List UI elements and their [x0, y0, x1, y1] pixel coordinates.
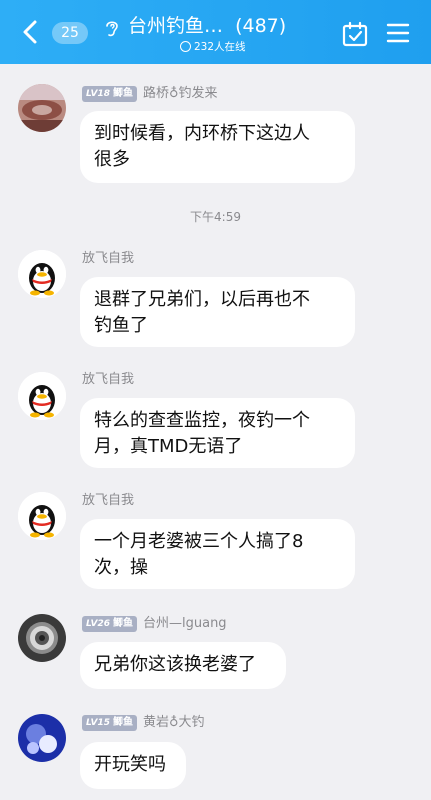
chat-header: 25 台州钓鱼… (487) 232人在线 — [0, 0, 431, 64]
ear-icon — [106, 21, 118, 37]
avatar-image — [18, 714, 66, 762]
avatar[interactable] — [18, 250, 66, 298]
calendar-check-icon[interactable] — [341, 20, 369, 48]
chevron-left-icon[interactable] — [18, 19, 44, 45]
message-line: 月，真TMD无语了 — [94, 436, 243, 457]
online-status: 232人在线 — [180, 40, 246, 54]
message-line: 到时候看，内环桥下这边人 — [94, 123, 310, 144]
sender-name: 台州—lguang — [143, 616, 227, 631]
sender-name: 路桥♁钓发来 — [143, 86, 218, 101]
sender-line: LV15 鲫鱼 黄岩♁大钓 — [82, 714, 205, 732]
avatar[interactable] — [18, 614, 66, 662]
message-bubble[interactable]: 开玩笑吗 — [80, 742, 186, 789]
message-bubble[interactable]: 到时候看，内环桥下这边人 很多 — [80, 111, 355, 183]
message-bubble[interactable]: 特么的查查监控，夜钓一个 月，真TMD无语了 — [80, 398, 355, 468]
unread-count-badge[interactable]: 25 — [52, 22, 88, 44]
group-name: 台州钓鱼… — [128, 15, 224, 37]
level-badge: LV26 鲫鱼 — [82, 616, 137, 632]
sender-name: 放飞自我 — [82, 372, 135, 387]
online-check-icon — [180, 41, 191, 52]
penguin-avatar-icon — [18, 250, 66, 298]
sender-name: 放飞自我 — [82, 493, 135, 508]
message-bubble[interactable]: 一个月老婆被三个人搞了8 次，操 — [80, 519, 355, 589]
message-line: 次，操 — [94, 557, 148, 578]
message-line: 一个月老婆被三个人搞了8 — [94, 531, 304, 552]
message-line: 钓鱼了 — [94, 315, 148, 336]
online-count: 232人在线 — [194, 41, 246, 53]
message-bubble[interactable]: 退群了兄弟们，以后再也不 钓鱼了 — [80, 277, 355, 347]
member-count: (487) — [235, 15, 287, 37]
penguin-avatar-icon — [18, 372, 66, 420]
message-line: 开玩笑吗 — [94, 754, 166, 775]
level-badge: LV15 鲫鱼 — [82, 715, 137, 731]
level-badge: LV18 鲫鱼 — [82, 86, 137, 102]
timestamp: 下午4:59 — [190, 210, 241, 224]
menu-icon[interactable] — [386, 22, 410, 44]
avatar[interactable] — [18, 372, 66, 420]
avatar-image — [18, 84, 66, 132]
message-line: 特么的查查监控，夜钓一个 — [94, 410, 310, 431]
sender-line: LV26 鲫鱼 台州—lguang — [82, 615, 227, 633]
message-bubble[interactable]: 兄弟你这该换老婆了 — [80, 642, 286, 689]
sender-name: 放飞自我 — [82, 251, 135, 266]
message-line: 兄弟你这该换老婆了 — [94, 654, 256, 675]
message-line: 退群了兄弟们，以后再也不 — [94, 289, 310, 310]
group-title[interactable]: 台州钓鱼… (487) — [128, 13, 308, 39]
avatar[interactable] — [18, 84, 66, 132]
sender-line: LV18 鲫鱼 路桥♁钓发来 — [82, 85, 218, 103]
sender-name: 黄岩♁大钓 — [143, 715, 205, 730]
avatar-image — [18, 614, 66, 662]
penguin-avatar-icon — [18, 492, 66, 540]
avatar[interactable] — [18, 714, 66, 762]
avatar[interactable] — [18, 492, 66, 540]
message-line: 很多 — [94, 149, 130, 170]
